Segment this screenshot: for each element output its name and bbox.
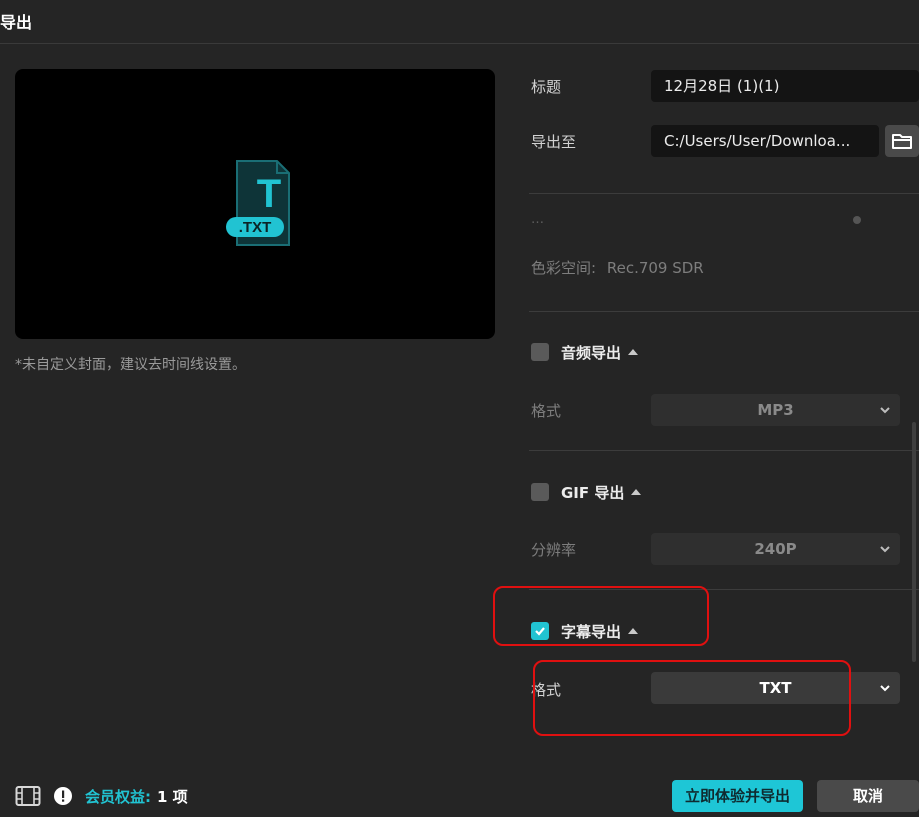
chevron-down-icon: [880, 407, 890, 414]
settings-scrollbar[interactable]: [912, 422, 916, 662]
collapse-caret-icon[interactable]: [628, 349, 639, 355]
window-title: 导出: [0, 13, 33, 32]
audio-format-value: MP3: [757, 401, 794, 419]
export-preview: .TXT T: [15, 69, 495, 339]
member-benefits-label[interactable]: 会员权益:: [85, 786, 151, 807]
title-label: 标题: [531, 78, 562, 96]
film-strip-icon[interactable]: [15, 785, 41, 807]
divider: [529, 450, 919, 451]
gif-export-checkbox[interactable]: [531, 483, 549, 501]
divider: [529, 311, 919, 312]
gif-resolution-select[interactable]: 240P: [651, 533, 900, 565]
divider: [529, 193, 919, 194]
txt-file-icon: .TXT T: [226, 160, 290, 246]
title-input[interactable]: 12月28日 (1)(1): [651, 70, 919, 102]
footer-member-info: 会员权益: 1 项: [15, 784, 188, 808]
audio-format-select[interactable]: MP3: [651, 394, 900, 426]
collapse-caret-icon[interactable]: [631, 489, 642, 495]
cover-note: *未自定义封面，建议去时间线设置。: [15, 357, 246, 373]
audio-export-header[interactable]: 音频导出: [531, 342, 639, 362]
cancel-button[interactable]: 取消: [817, 780, 919, 812]
audio-export-checkbox[interactable]: [531, 343, 549, 361]
annotation-box-subtitle-export: [493, 586, 709, 646]
title-bar: 导出: [0, 0, 919, 44]
file-letter-text: T: [257, 172, 281, 216]
color-space-label: 色彩空间:: [531, 259, 597, 277]
file-badge-text: .TXT: [239, 219, 272, 236]
browse-folder-button[interactable]: [885, 125, 919, 157]
chevron-down-icon: [880, 546, 890, 553]
color-space-row: 色彩空间: Rec.709 SDR: [531, 257, 704, 278]
gif-resolution-value: 240P: [754, 540, 797, 558]
export-path-input[interactable]: C:/Users/User/Downloa...: [651, 125, 879, 157]
faded-setting-row: …: [531, 212, 544, 227]
folder-icon: [892, 134, 912, 149]
export-to-label: 导出至: [531, 133, 577, 151]
member-benefits-count: 1 项: [157, 787, 188, 806]
audio-format-label: 格式: [531, 402, 562, 420]
chevron-down-icon: [880, 685, 890, 692]
info-alert-icon[interactable]: [53, 786, 73, 806]
audio-export-title: 音频导出: [561, 343, 622, 362]
faded-caret-icon: [853, 216, 861, 224]
annotation-box-format: [533, 660, 851, 736]
gif-export-title: GIF 导出: [561, 483, 625, 502]
gif-resolution-label: 分辨率: [531, 541, 577, 559]
try-and-export-button[interactable]: 立即体验并导出: [672, 780, 803, 812]
color-space-value: Rec.709 SDR: [606, 259, 704, 277]
gif-export-header[interactable]: GIF 导出: [531, 482, 642, 502]
